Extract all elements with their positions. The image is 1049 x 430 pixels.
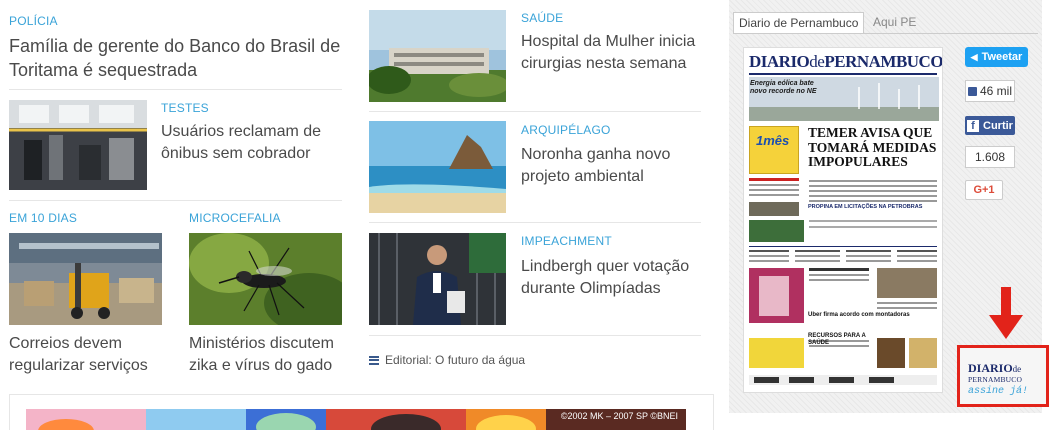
divider	[369, 222, 701, 223]
tab-aqui-pe[interactable]: Aqui PE	[868, 12, 921, 34]
subscribe-box[interactable]: DIARIOde PERNAMBUCO assine já!	[957, 345, 1049, 407]
newspaper-front-page[interactable]: DIARIOdePERNAMBUCO Energia eólica bate n…	[743, 47, 943, 393]
list-icon	[369, 355, 379, 365]
uber-headline: Uber firma acordo com montadoras	[808, 312, 910, 318]
thumbs-up-icon	[967, 86, 977, 96]
story-title-noronha[interactable]: Noronha ganha novo projeto ambiental	[521, 144, 706, 187]
story-title-lindbergh[interactable]: Lindbergh quer votação durante Olimpíada…	[521, 256, 706, 299]
subscribe-cta: assine já!	[968, 386, 1029, 397]
tab-diario-de-pernambuco[interactable]: Diario de Pernambuco	[733, 12, 865, 34]
divider	[9, 89, 342, 90]
story-title-onibus[interactable]: Usuários reclamam de ônibus sem cobrador	[161, 121, 341, 164]
bus-interior-illustration	[9, 100, 147, 190]
story-category-em-10-dias[interactable]: EM 10 DIAS	[9, 211, 77, 225]
subscribe-logo: DIARIOde PERNAMBUCO	[968, 361, 1023, 384]
divider	[369, 335, 701, 336]
story-title-zika[interactable]: Ministérios discutem zika e vírus do gad…	[189, 333, 349, 376]
story-title-hospital[interactable]: Hospital da Mulher inicia cirurgias nest…	[521, 31, 706, 74]
tab-underline	[733, 33, 1038, 34]
story-image-noronha[interactable]	[369, 121, 506, 213]
warehouse-illustration	[9, 233, 162, 325]
ad-banner[interactable]: ©2002 MK – 2007 SP ©BNEI	[26, 409, 686, 430]
story-category-testes[interactable]: TESTES	[161, 101, 209, 115]
story-category-arquipelago[interactable]: ARQUIPÉLAGO	[521, 123, 611, 137]
divider	[9, 200, 342, 201]
recursos-headline: RECURSOS PARA A SAÚDE	[808, 333, 866, 346]
newspaper-photos-row	[749, 220, 937, 385]
facebook-icon: f	[967, 119, 980, 132]
story-image-onibus[interactable]	[9, 100, 147, 190]
divider	[369, 111, 701, 112]
twitter-bird-icon: ◀	[970, 51, 978, 62]
island-beach-illustration	[369, 121, 506, 213]
newspaper-masthead: DIARIOdePERNAMBUCO	[749, 52, 943, 71]
story-title-sequestro[interactable]: Família de gerente do Banco do Brasil de…	[9, 34, 344, 83]
story-title-correios[interactable]: Correios devem regularizar serviços	[9, 333, 169, 376]
red-arrow-icon	[989, 287, 1023, 339]
story-category-policia[interactable]: POLÍCIA	[9, 14, 58, 28]
story-image-lindbergh[interactable]	[369, 233, 506, 325]
main-headline: TEMER AVISA QUE TOMARÁ MEDIDAS IMPOPULAR…	[808, 125, 937, 170]
banner-copyright: ©2002 MK – 2007 SP ©BNEI	[560, 411, 678, 421]
story-category-impeachment[interactable]: IMPEACHMENT	[521, 234, 612, 248]
story-category-saude[interactable]: SAÚDE	[521, 11, 563, 25]
share-count-box: 1.608	[965, 146, 1015, 168]
story-category-microcefalia[interactable]: MICROCEFALIA	[189, 211, 281, 225]
tweet-button[interactable]: ◀ Tweetar	[965, 47, 1028, 67]
promo-box: 1mês	[749, 126, 799, 174]
mosquito-illustration	[189, 233, 342, 325]
masthead-rule	[749, 73, 937, 75]
editorial-link[interactable]: Editorial: O futuro da água	[369, 353, 525, 367]
google-plus-button[interactable]: G+1	[965, 180, 1003, 200]
hospital-building-illustration	[369, 10, 506, 102]
story-image-correios[interactable]	[9, 233, 162, 325]
story-image-hospital[interactable]	[369, 10, 506, 102]
editorial-text: Editorial: O futuro da água	[385, 353, 526, 367]
petrobras-headline: PROPINA EM LICITAÇÕES NA PETROBRAS	[808, 204, 923, 210]
newspaper-text-lines	[749, 178, 937, 216]
like-count-box[interactable]: 46 mil	[965, 80, 1015, 102]
senator-speaking-illustration	[369, 233, 506, 325]
sub-headline: Energia eólica bate novo recorde no NE	[750, 80, 817, 95]
facebook-like-button[interactable]: f Curtir	[965, 116, 1015, 135]
story-image-zika[interactable]	[189, 233, 342, 325]
